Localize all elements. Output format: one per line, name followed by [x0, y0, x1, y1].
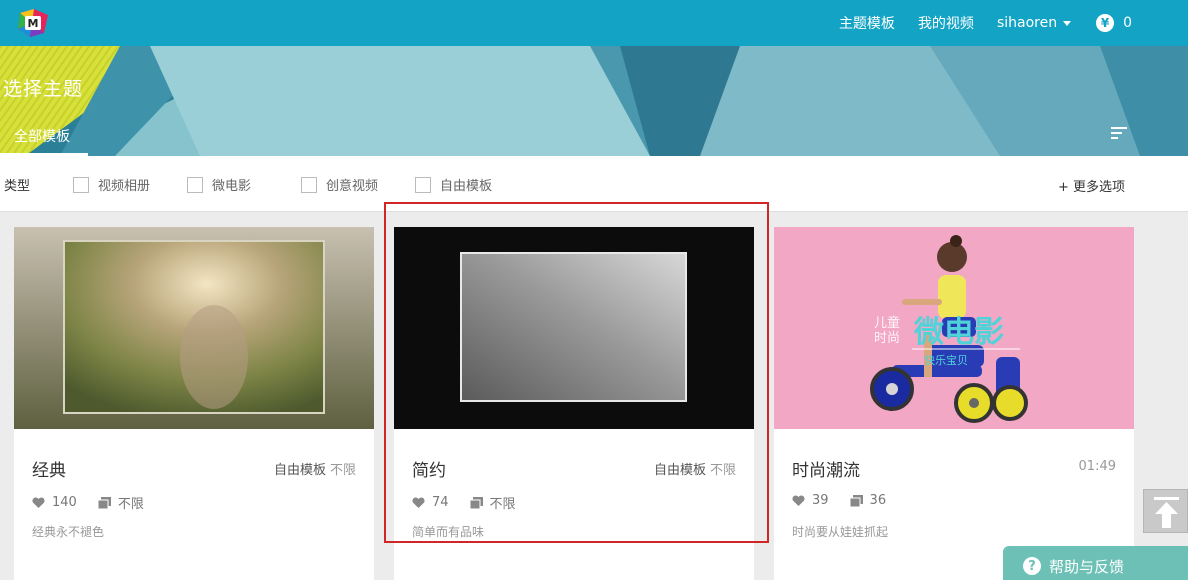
filter-option-label: 自由模板 — [440, 179, 493, 194]
banner-background — [0, 46, 1188, 156]
filter-bar: 类型 视频相册 微电影 创意视频 自由模板 + 更多选项 — [0, 156, 1188, 212]
yen-icon: ¥ — [1096, 14, 1115, 32]
sort-icon[interactable] — [1111, 127, 1127, 139]
photos-icon — [469, 496, 483, 509]
like-count: 74 — [432, 495, 449, 510]
checkbox[interactable] — [301, 176, 317, 193]
thumb-main-text: 微电影 — [913, 315, 1004, 350]
app-logo[interactable]: M — [16, 7, 52, 39]
heart-icon[interactable] — [32, 497, 45, 509]
checkbox[interactable] — [187, 176, 203, 193]
theme-banner: 选择主题 全部模板 — [0, 46, 1188, 156]
nav-my-videos[interactable]: 我的视频 — [918, 13, 974, 33]
coin-count: 0 — [1123, 15, 1132, 31]
template-card-fashion[interactable]: 儿童时尚 微电影 快乐宝贝 时尚潮流 01:49 39 36 时尚要从娃娃抓起 — [774, 227, 1134, 580]
card-title: 经典 — [32, 461, 66, 481]
tab-all-templates[interactable]: 全部模板 — [0, 124, 88, 156]
help-label: 帮助与反馈 — [1049, 557, 1125, 576]
filter-option-label: 微电影 — [212, 179, 252, 194]
template-thumbnail[interactable]: 儿童时尚 微电影 快乐宝贝 — [774, 227, 1134, 429]
back-to-top-button[interactable] — [1143, 489, 1188, 533]
template-thumbnail[interactable] — [394, 227, 754, 429]
filter-type-label: 类型 — [4, 179, 31, 194]
gray-frame-image — [394, 227, 754, 429]
card-stats: 39 36 — [792, 493, 886, 508]
coin-balance[interactable]: ¥ 0 — [1096, 14, 1132, 32]
duration: 01:49 — [1078, 459, 1116, 474]
question-icon: ? — [1023, 557, 1041, 575]
help-feedback-button[interactable]: ? 帮助与反馈 — [1003, 546, 1188, 580]
photos-icon — [97, 496, 111, 509]
card-title: 时尚潮流 — [792, 461, 860, 481]
card-description: 时尚要从娃娃抓起 — [792, 525, 889, 539]
photo-count: 不限 — [117, 497, 144, 512]
like-count: 39 — [812, 493, 829, 508]
more-options-button[interactable]: + 更多选项 — [1058, 176, 1125, 195]
top-nav-bar: M 主题模板 我的视频 sihaoren ¥ 0 — [0, 0, 1188, 46]
user-menu[interactable]: sihaoren — [996, 15, 1072, 31]
filter-option-micro-film[interactable]: 微电影 — [187, 175, 251, 194]
page-title: 选择主题 — [3, 78, 84, 100]
nav-theme-templates[interactable]: 主题模板 — [839, 13, 895, 33]
card-meta: 自由模板 不限 — [654, 459, 736, 478]
card-description: 简单而有品味 — [412, 525, 485, 539]
blurred-photo-image — [14, 227, 374, 429]
photos-icon — [849, 494, 863, 507]
child-tricycle-image: 儿童时尚 微电影 快乐宝贝 — [774, 227, 1134, 429]
card-meta: 自由模板 不限 — [274, 459, 356, 478]
card-duration: 01:49 — [1075, 459, 1116, 474]
template-limit: 不限 — [709, 463, 736, 478]
username: sihaoren — [996, 15, 1058, 31]
checkbox[interactable] — [73, 176, 89, 193]
card-stats: 140 不限 — [32, 493, 144, 512]
caret-down-icon — [1063, 20, 1072, 26]
card-title: 简约 — [412, 461, 446, 481]
template-card-simple[interactable]: 简约 自由模板 不限 74 不限 简单而有品味 — [394, 227, 754, 580]
filter-option-free-template[interactable]: 自由模板 — [415, 175, 492, 194]
template-type: 自由模板 — [273, 463, 326, 478]
thumb-sub-text: 快乐宝贝 — [924, 353, 968, 367]
template-card-classic[interactable]: 经典 自由模板 不限 140 不限 经典永不褪色 — [14, 227, 374, 580]
filter-option-photo-album[interactable]: 视频相册 — [73, 175, 150, 194]
card-description: 经典永不褪色 — [32, 525, 105, 539]
filter-option-creative-video[interactable]: 创意视频 — [301, 175, 378, 194]
filter-option-label: 创意视频 — [326, 179, 379, 194]
photo-count: 36 — [869, 493, 887, 508]
arrow-up-icon — [1154, 497, 1179, 528]
thumb-side-text: 儿童时尚 — [874, 315, 900, 346]
checkbox[interactable] — [415, 176, 431, 193]
svg-text:M: M — [28, 17, 39, 30]
filter-option-label: 视频相册 — [98, 179, 151, 194]
template-type: 自由模板 — [653, 463, 706, 478]
heart-icon[interactable] — [412, 497, 425, 509]
photo-count: 不限 — [489, 497, 516, 512]
card-stats: 74 不限 — [412, 493, 516, 512]
template-limit: 不限 — [329, 463, 356, 478]
template-thumbnail[interactable] — [14, 227, 374, 429]
main-nav: 主题模板 我的视频 sihaoren ¥ 0 — [839, 0, 1188, 46]
heart-icon[interactable] — [792, 495, 805, 507]
like-count: 140 — [52, 495, 77, 510]
